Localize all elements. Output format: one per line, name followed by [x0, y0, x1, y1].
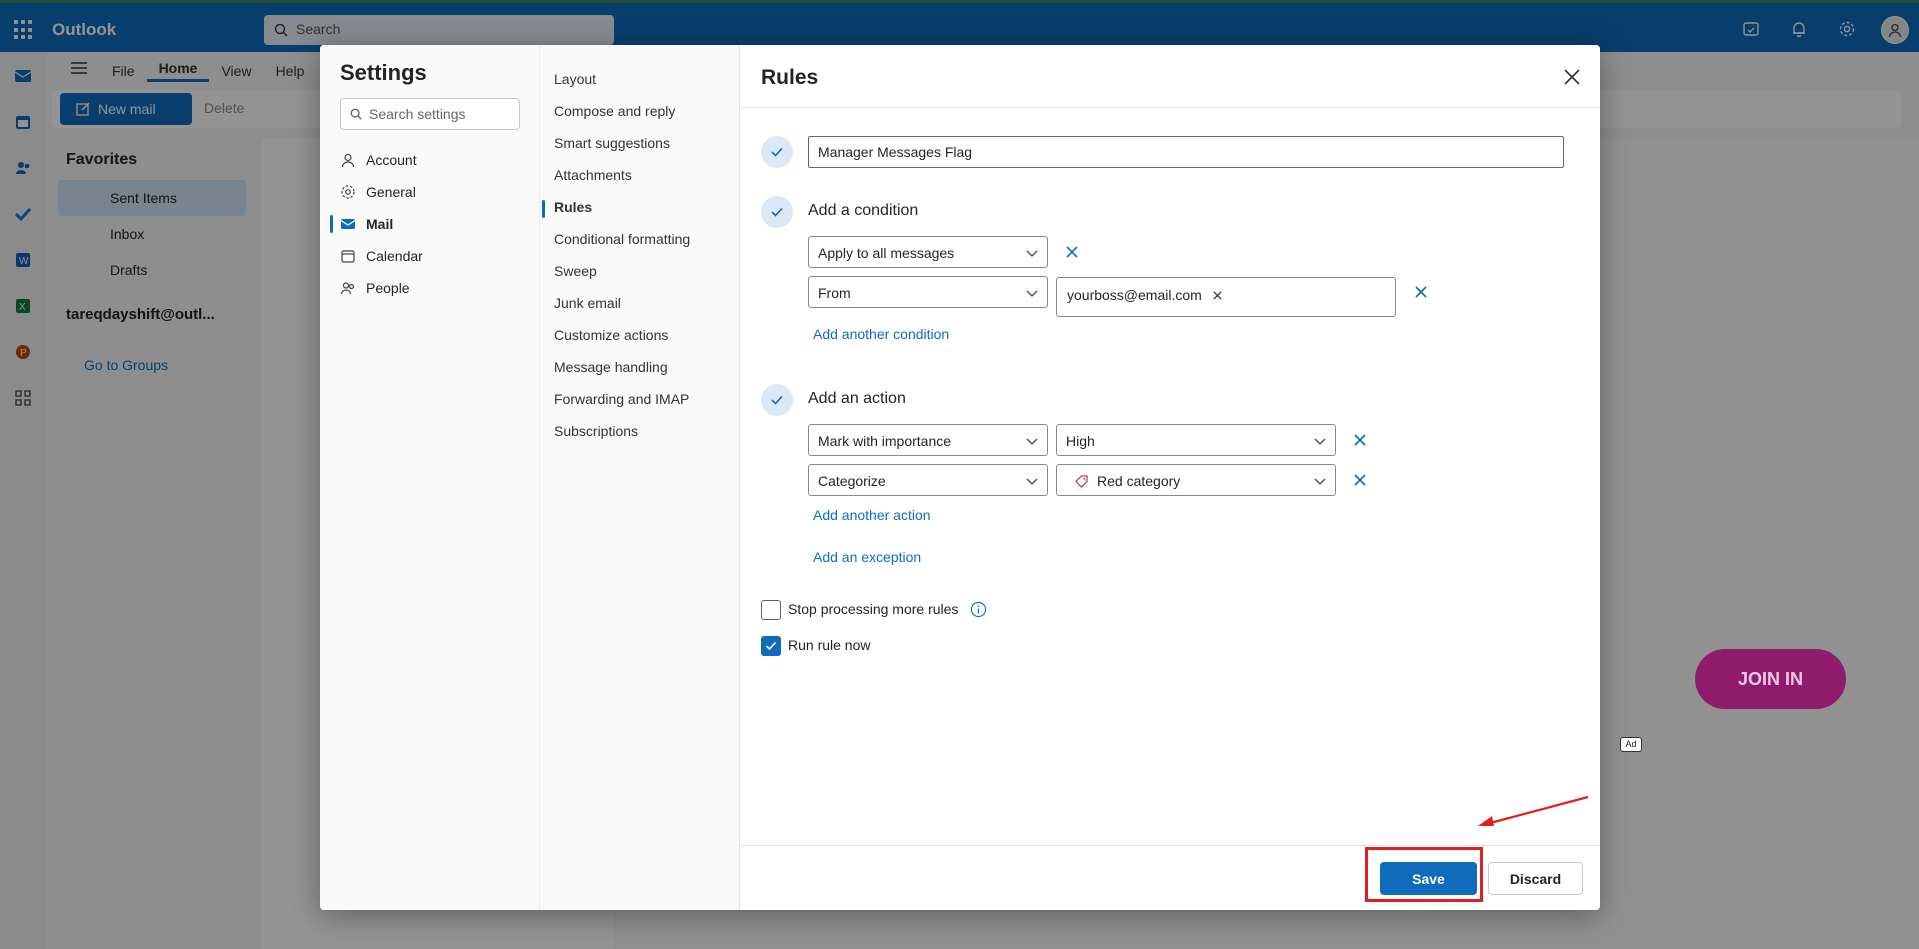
calendar-icon — [341, 250, 355, 263]
action-1-dropdown[interactable]: Mark with importance — [808, 424, 1048, 456]
close-icon — [1354, 474, 1366, 486]
header-divider — [740, 107, 1600, 108]
settings-dialog: Settings Search settings Account General… — [320, 45, 1600, 910]
section-subscriptions[interactable]: Subscriptions — [554, 423, 638, 439]
chevron-down-icon — [1026, 478, 1038, 485]
section-customize-actions[interactable]: Customize actions — [554, 327, 668, 343]
info-icon[interactable] — [970, 601, 987, 618]
discard-button[interactable]: Discard — [1488, 862, 1583, 895]
active-section-indicator — [542, 200, 545, 218]
active-indicator — [330, 215, 333, 233]
save-highlight-box — [1365, 847, 1483, 902]
category-label: People — [366, 280, 410, 296]
section-layout[interactable]: Layout — [554, 71, 596, 87]
section-rules[interactable]: Rules — [554, 199, 592, 215]
step-check-condition — [761, 196, 793, 228]
settings-category-mail[interactable]: Mail — [330, 209, 530, 239]
section-compose-and-reply[interactable]: Compose and reply — [554, 103, 675, 119]
stop-processing-label: Stop processing more rules — [788, 601, 959, 617]
step-check-name — [761, 136, 793, 168]
category-label: General — [366, 184, 416, 200]
check-icon — [771, 395, 783, 405]
remove-chip-icon[interactable] — [1212, 290, 1223, 301]
condition-2-dropdown[interactable]: From — [808, 276, 1048, 308]
category-dropdown[interactable]: Red category — [1056, 464, 1336, 496]
ad-join-button[interactable]: JOIN IN — [1695, 649, 1846, 709]
close-dialog-button[interactable] — [1556, 61, 1588, 93]
chevron-down-icon — [1026, 290, 1038, 297]
condition-1-dropdown[interactable]: Apply to all messages — [808, 236, 1048, 268]
dropdown-value: Red category — [1097, 473, 1181, 489]
close-icon — [1354, 434, 1366, 446]
check-icon — [771, 207, 783, 217]
action-2-dropdown[interactable]: Categorize — [808, 464, 1048, 496]
chevron-down-icon — [1314, 478, 1326, 485]
step-check-action — [761, 384, 793, 416]
section-junk-email[interactable]: Junk email — [554, 295, 621, 311]
rule-name-value: Manager Messages Flag — [818, 144, 973, 160]
gear-icon — [341, 185, 355, 199]
chevron-down-icon — [1026, 250, 1038, 257]
settings-category-account[interactable]: Account — [340, 145, 530, 175]
dropdown-value: From — [818, 285, 851, 301]
ad-badge: Ad — [1620, 737, 1642, 752]
address-chip: yourboss@email.com — [1067, 287, 1223, 303]
close-icon — [1564, 69, 1580, 85]
category-label: Calendar — [366, 248, 423, 264]
add-another-condition-link[interactable]: Add another condition — [813, 326, 949, 342]
rule-name-input[interactable]: Manager Messages Flag — [808, 136, 1564, 168]
close-icon — [1066, 246, 1078, 258]
importance-dropdown[interactable]: High — [1056, 424, 1336, 456]
people-icon — [340, 282, 355, 295]
chip-label: yourboss@email.com — [1067, 287, 1202, 303]
mail-icon — [340, 219, 356, 229]
remove-condition-1-button[interactable] — [1061, 241, 1083, 263]
chevron-down-icon — [1026, 438, 1038, 445]
settings-category-people[interactable]: People — [340, 273, 530, 303]
action-heading: Add an action — [808, 390, 906, 407]
remove-condition-2-button[interactable] — [1410, 281, 1432, 303]
remove-action-2-button[interactable] — [1349, 469, 1371, 491]
dropdown-value: Categorize — [818, 473, 886, 489]
settings-search-input[interactable]: Search settings — [340, 98, 520, 130]
checkmark-icon — [765, 641, 777, 651]
section-conditional-formatting[interactable]: Conditional formatting — [554, 231, 690, 247]
run-rule-now-label: Run rule now — [788, 637, 871, 653]
check-icon — [771, 147, 783, 157]
run-rule-now-checkbox[interactable] — [761, 636, 781, 656]
close-icon — [1415, 286, 1427, 298]
section-forwarding-and-imap[interactable]: Forwarding and IMAP — [554, 391, 689, 407]
condition-heading: Add a condition — [808, 202, 919, 219]
chevron-down-icon — [1314, 438, 1326, 445]
add-exception-link[interactable]: Add an exception — [813, 549, 921, 565]
footer-divider — [740, 845, 1600, 846]
annotation-arrow-icon — [1478, 795, 1589, 826]
section-message-handling[interactable]: Message handling — [554, 359, 668, 375]
settings-title: Settings — [340, 60, 427, 85]
remove-action-1-button[interactable] — [1349, 429, 1371, 451]
settings-category-general[interactable]: General — [340, 177, 530, 207]
stop-processing-checkbox[interactable] — [761, 600, 781, 620]
person-icon — [341, 153, 355, 168]
settings-category-calendar[interactable]: Calendar — [340, 241, 530, 271]
section-sweep[interactable]: Sweep — [554, 263, 597, 279]
from-address-field[interactable]: yourboss@email.com — [1056, 277, 1396, 317]
add-another-action-link[interactable]: Add another action — [813, 507, 931, 523]
rules-title: Rules — [761, 66, 819, 89]
section-smart-suggestions[interactable]: Smart suggestions — [554, 135, 670, 151]
search-icon — [350, 108, 362, 120]
dropdown-value: High — [1066, 433, 1095, 449]
dropdown-value: Apply to all messages — [818, 245, 955, 261]
dropdown-value: Mark with importance — [818, 433, 952, 449]
category-label: Account — [366, 152, 417, 168]
category-label: Mail — [366, 216, 394, 232]
section-attachments[interactable]: Attachments — [554, 167, 632, 183]
settings-search-placeholder: Search settings — [369, 106, 466, 122]
tag-icon — [1075, 475, 1088, 488]
